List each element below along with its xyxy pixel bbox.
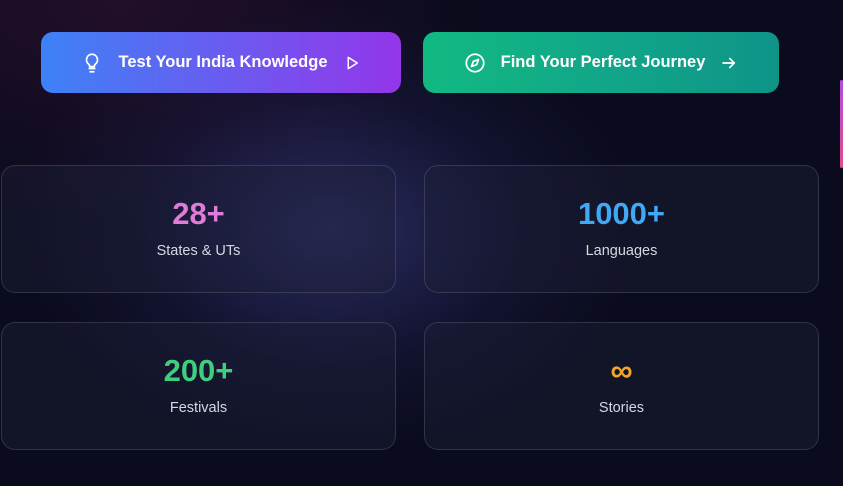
stat-value: ∞ [610,353,633,388]
stat-label: Festivals [169,400,228,416]
stat-card-languages: 1000+ Languages [424,165,819,293]
find-journey-label: Find Your Perfect Journey [500,53,706,71]
compass-icon [464,52,486,74]
stat-label: Languages [585,243,658,259]
lightbulb-icon [81,52,103,74]
stat-card-festivals: 200+ Festivals [1,322,396,450]
stat-card-stories: ∞ Stories [424,322,819,450]
stat-value: 28+ [172,196,225,231]
test-knowledge-label: Test Your India Knowledge [118,53,328,71]
arrow-right-icon [720,54,738,72]
play-icon [343,54,361,72]
find-journey-button[interactable]: Find Your Perfect Journey [423,32,779,93]
test-knowledge-button[interactable]: Test Your India Knowledge [41,32,401,93]
stat-label: Stories [598,400,645,416]
stat-value: 200+ [163,353,234,388]
stat-value: 1000+ [577,196,666,231]
stat-card-states: 28+ States & UTs [1,165,396,293]
stat-label: States & UTs [156,243,241,259]
